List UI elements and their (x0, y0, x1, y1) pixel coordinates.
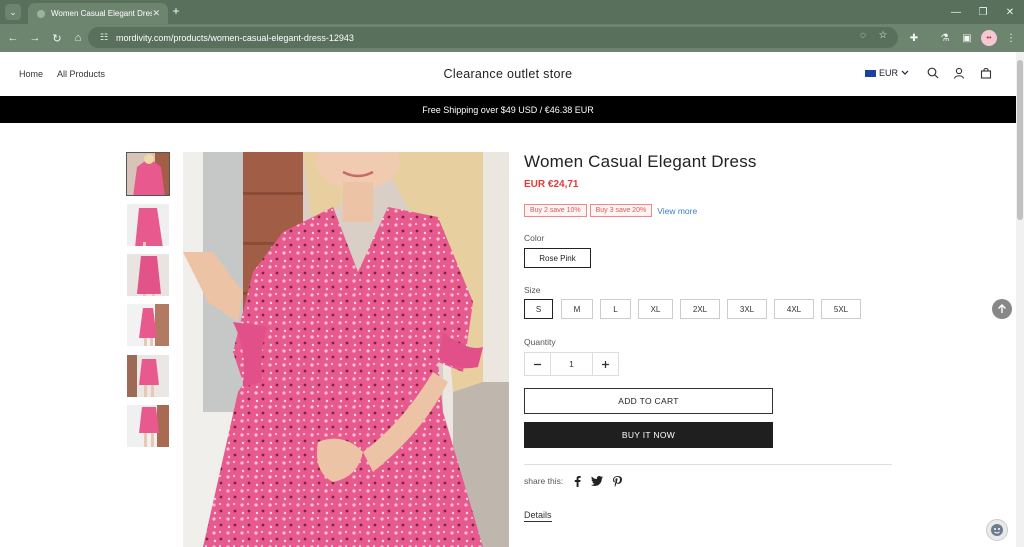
dress-thumbnail-image (127, 204, 169, 246)
dress-thumbnail-image (127, 304, 169, 346)
currency-label: EUR (879, 68, 899, 78)
support-chat-button[interactable] (986, 519, 1008, 541)
view-more-link[interactable]: View more (657, 206, 697, 216)
banner-text: Free Shipping over $49 USD / €46.38 EUR (422, 104, 594, 115)
profile-avatar[interactable]: •• (981, 30, 997, 46)
back-icon[interactable]: ← (5, 30, 21, 46)
search-icon[interactable] (926, 66, 940, 80)
dress-thumbnail-image (127, 405, 169, 447)
color-option-rose-pink[interactable]: Rose Pink (524, 248, 591, 268)
size-option-3xl[interactable]: 3XL (727, 299, 767, 319)
size-option-2xl[interactable]: 2XL (680, 299, 720, 319)
reload-icon[interactable]: ↻ (49, 30, 65, 46)
size-option-l[interactable]: L (600, 299, 631, 319)
promo-tag: Buy 3 save 20% (589, 204, 653, 217)
size-option-m[interactable]: M (561, 299, 593, 319)
tab-search-button[interactable]: ⌄ (5, 4, 21, 20)
browser-menu-icon[interactable]: ⋮ (1003, 30, 1019, 46)
address-bar[interactable]: ☷ mordivity.com/products/women-casual-el… (88, 27, 898, 48)
eu-flag-icon (865, 69, 876, 77)
chevron-down-icon (901, 70, 909, 75)
facebook-icon[interactable] (571, 475, 583, 487)
divider (524, 464, 892, 465)
cart-bag-icon[interactable] (979, 66, 993, 80)
page-scrollbar[interactable] (1016, 52, 1024, 547)
promo-row: Buy 2 save 10% Buy 3 save 20% View more (524, 204, 697, 217)
bookmark-star-icon[interactable]: ☆ (876, 28, 890, 42)
currency-selector[interactable]: EUR (865, 68, 909, 78)
details-tab[interactable]: Details (524, 510, 552, 522)
arrow-up-icon (998, 304, 1006, 313)
size-option-4xl[interactable]: 4XL (774, 299, 814, 319)
increase-quantity-button[interactable] (593, 353, 618, 375)
support-bot-icon (991, 524, 1003, 536)
store-header: Home All Products Clearance outlet store… (0, 52, 1016, 96)
account-icon[interactable] (952, 66, 966, 80)
color-label: Color (524, 233, 545, 243)
free-shipping-banner: Free Shipping over $49 USD / €46.38 EUR (0, 96, 1016, 123)
store-title[interactable]: Clearance outlet store (0, 67, 1016, 81)
product-thumbnail[interactable] (126, 152, 170, 196)
product-thumbnail[interactable] (126, 354, 170, 398)
browser-toolbar: ← → ↻ ⌂ ☷ mordivity.com/products/women-c… (0, 24, 1024, 52)
minus-icon (534, 363, 541, 365)
size-label: Size (524, 285, 541, 295)
quantity-input[interactable]: 1 (550, 353, 593, 375)
model-wearing-dress-image (183, 152, 509, 547)
promo-tag: Buy 2 save 10% (524, 204, 587, 217)
home-icon[interactable]: ⌂ (70, 30, 86, 46)
tab-title: Women Casual Elegant Dress (51, 9, 153, 18)
quantity-stepper: 1 (524, 352, 619, 376)
new-tab-button[interactable]: + (169, 4, 183, 18)
product-price: EUR €24,71 (524, 179, 579, 190)
url-text[interactable]: mordivity.com/products/women-casual-eleg… (116, 33, 354, 43)
extensions-icon[interactable]: ✚ (906, 30, 922, 46)
dress-thumbnail-image (127, 355, 169, 397)
size-option-xl[interactable]: XL (638, 299, 673, 319)
quantity-label: Quantity (524, 337, 556, 347)
product-thumbnail[interactable] (126, 253, 170, 297)
add-to-cart-button[interactable]: ADD TO CART (524, 388, 773, 414)
minimize-icon[interactable]: — (948, 4, 964, 20)
product-thumbnail[interactable] (126, 404, 170, 448)
product-thumbnail[interactable] (126, 303, 170, 347)
tab-close-icon[interactable]: ✕ (152, 8, 160, 19)
scrollbar-thumb[interactable] (1017, 60, 1023, 220)
buy-it-now-button[interactable]: BUY IT NOW (524, 422, 773, 448)
twitter-icon[interactable] (591, 475, 604, 487)
eye-off-icon[interactable]: ◌ (856, 28, 870, 42)
product-title: Women Casual Elegant Dress (524, 152, 757, 171)
site-favicon-icon (37, 9, 45, 18)
dress-thumbnail-image (127, 254, 169, 296)
scroll-to-top-button[interactable] (992, 299, 1012, 319)
forward-icon[interactable]: → (27, 30, 43, 46)
product-thumbnail[interactable] (126, 203, 170, 247)
restore-icon[interactable]: ❐ (975, 4, 991, 20)
size-option-s[interactable]: S (524, 299, 553, 319)
size-option-5xl[interactable]: 5XL (821, 299, 861, 319)
lab-flask-icon[interactable]: ⚗ (937, 30, 953, 46)
dress-thumbnail-image (127, 153, 169, 195)
site-info-icon[interactable]: ☷ (98, 32, 110, 44)
close-window-icon[interactable]: ✕ (1002, 4, 1018, 20)
browser-tab[interactable]: Women Casual Elegant Dress ✕ (28, 3, 168, 24)
decrease-quantity-button[interactable] (525, 353, 550, 375)
share-label: share this: (524, 476, 564, 486)
plus-icon (602, 360, 609, 368)
side-panel-icon[interactable]: ▣ (959, 30, 975, 46)
main-product-image[interactable] (183, 152, 509, 547)
pinterest-icon[interactable] (611, 475, 623, 487)
share-row: share this: (524, 475, 623, 487)
browser-tab-bar: ⌄ Women Casual Elegant Dress ✕ + — ❐ ✕ (0, 0, 1024, 24)
